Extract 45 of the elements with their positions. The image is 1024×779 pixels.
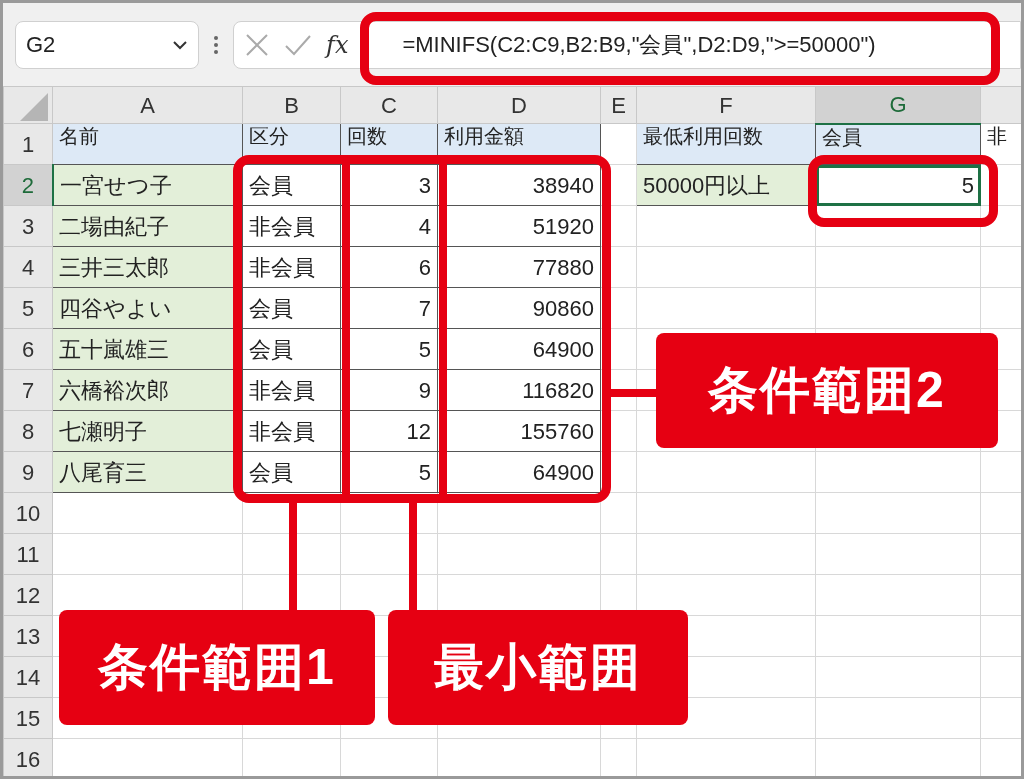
insert-function-button[interactable]: fx <box>326 26 349 63</box>
column-header[interactable]: C <box>340 86 438 124</box>
row-header[interactable]: 1 <box>21 131 35 157</box>
table-cell: 最低利用回数 <box>636 123 816 165</box>
table-cell: 会員 <box>242 287 341 329</box>
row-header[interactable]: 2 <box>21 172 34 198</box>
table-cell: 非会員 <box>242 369 341 411</box>
callout-label: 条件範囲2 <box>656 333 998 448</box>
table-cell: 会員 <box>242 164 341 206</box>
column-header[interactable]: B <box>242 86 341 124</box>
table-cell: 一宮せつ子 <box>52 164 243 206</box>
column-header[interactable]: A <box>52 86 243 124</box>
table-cell: 七瀬明子 <box>52 410 243 452</box>
row-header[interactable]: 7 <box>21 377 35 403</box>
formula-text[interactable]: =MINIFS(C2:C9,B2:B9,"会員",D2:D9,">=50000") <box>402 28 876 61</box>
callout-label: 最小範囲 <box>388 610 688 725</box>
name-box[interactable]: G2 <box>15 20 199 69</box>
row-header[interactable]: 9 <box>21 459 35 485</box>
cancel-icon[interactable] <box>244 31 270 58</box>
table-cell: 三井三太郎 <box>52 246 243 288</box>
table-cell: 非 <box>980 123 1021 165</box>
row-header[interactable]: 5 <box>21 295 35 321</box>
caret-icon <box>172 39 188 50</box>
column-header[interactable]: F <box>636 86 816 124</box>
row-header[interactable]: 8 <box>21 418 35 444</box>
cell-reference: G2 <box>26 31 56 59</box>
row-header[interactable]: 4 <box>21 254 35 280</box>
table-cell: 会員 <box>242 328 341 370</box>
table-cell: 五十嵐雄三 <box>52 328 243 370</box>
table-cell: 非会員 <box>242 246 341 288</box>
row-header[interactable]: 3 <box>21 213 35 239</box>
column-header[interactable]: G <box>815 86 981 124</box>
table-cell: 二場由紀子 <box>52 205 243 247</box>
table-cell: 四谷やよい <box>52 287 243 329</box>
table-cell: 5 <box>815 164 981 206</box>
callout-label: 条件範囲1 <box>59 610 375 725</box>
table-cell: 非会員 <box>242 410 341 452</box>
column-header[interactable]: E <box>600 86 637 124</box>
table-cell: 非会員 <box>242 205 341 247</box>
row-header[interactable]: 6 <box>21 336 35 362</box>
table-cell: 名前 <box>52 123 243 165</box>
column-header[interactable]: D <box>437 86 601 124</box>
table-cell: 六橋裕次郎 <box>52 369 243 411</box>
table-cell: 八尾育三 <box>52 451 243 493</box>
drag-handle-icon[interactable] <box>213 33 219 56</box>
